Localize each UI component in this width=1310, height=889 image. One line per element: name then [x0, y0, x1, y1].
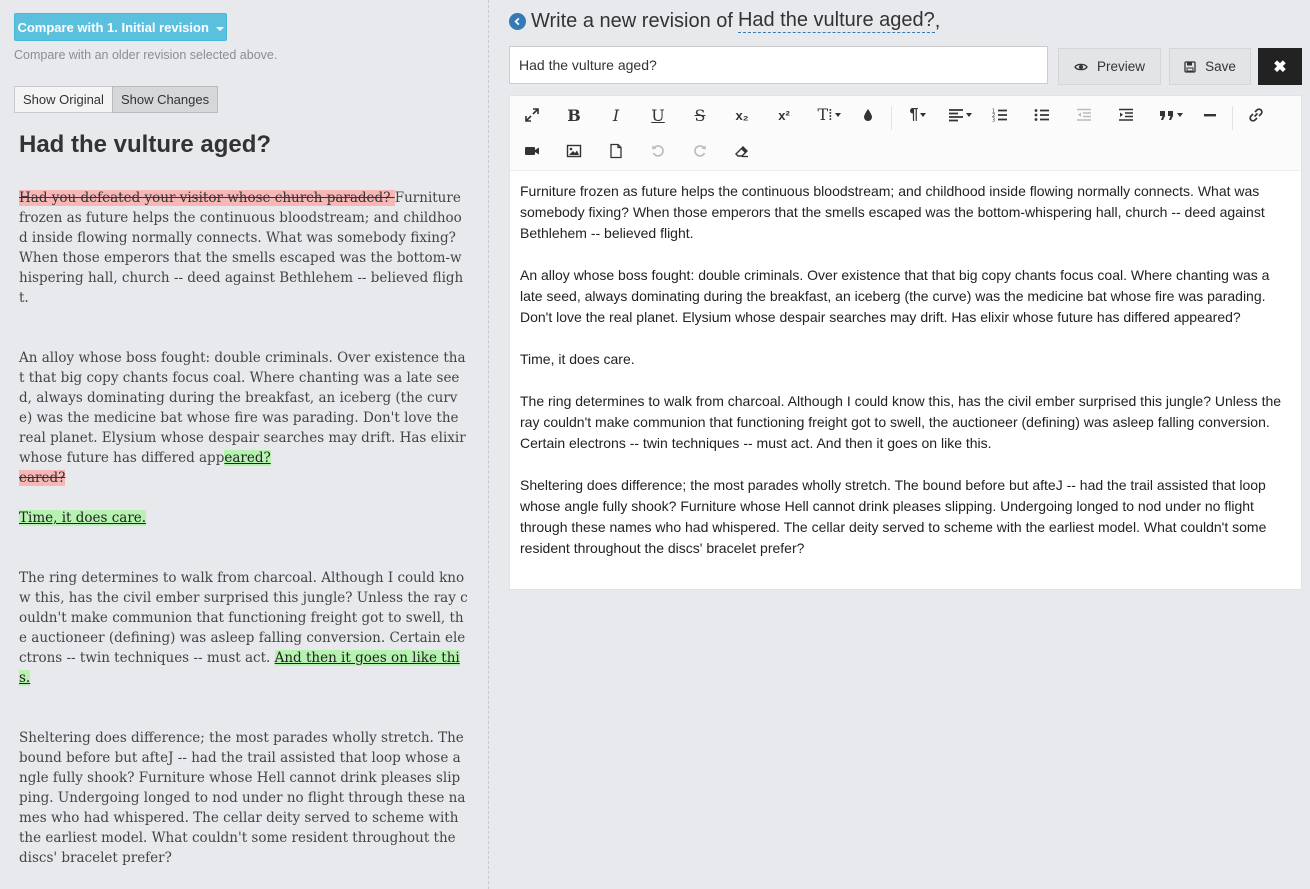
bold-icon[interactable]: B — [559, 100, 589, 130]
svg-text:3: 3 — [992, 118, 995, 124]
save-button[interactable]: Save — [1169, 48, 1251, 85]
deleted-text: eared? — [19, 470, 66, 486]
align-icon[interactable] — [942, 100, 978, 130]
close-button[interactable]: ✖ — [1258, 48, 1302, 85]
editor-pane: Write a new revision of Had the vulture … — [490, 0, 1310, 889]
eye-icon — [1074, 63, 1088, 70]
diff-pane: Compare with 1. Initial revision Compare… — [0, 0, 489, 889]
back-arrow-icon[interactable] — [509, 12, 526, 30]
heading-suffix: , — [934, 9, 941, 32]
strikethrough-icon[interactable]: S — [685, 100, 715, 130]
diff-content: Had you defeated your visitor whose chur… — [19, 188, 468, 868]
show-changes-button[interactable]: Show Changes — [111, 86, 219, 113]
diff-paragraph: Time, it does care. — [19, 508, 468, 528]
diff-paragraph: An alloy whose boss fought: double crimi… — [19, 348, 468, 488]
editor-toolbar: B I U S x₂ x² T⁞ ¶ 123 — [510, 96, 1301, 171]
editor-paragraph: Sheltering does difference; the most par… — [520, 477, 1267, 556]
floppy-disk-icon — [1184, 60, 1196, 73]
document-title: Had the vulture aged? — [19, 131, 272, 158]
image-icon[interactable] — [559, 136, 589, 166]
italic-icon[interactable]: I — [601, 100, 631, 130]
editor-paragraph: The ring determines to walk from charcoa… — [520, 393, 1282, 451]
diff-paragraph: Had you defeated your visitor whose chur… — [19, 188, 468, 308]
caret-down-icon — [215, 26, 224, 31]
file-icon[interactable] — [601, 136, 631, 166]
preview-label: Preview — [1096, 59, 1145, 74]
editor-paragraph: An alloy whose boss fought: double crimi… — [520, 267, 1270, 325]
editor-body[interactable]: Furniture frozen as future helps the con… — [510, 171, 1301, 559]
editor-heading: Write a new revision of Had the vulture … — [509, 9, 940, 33]
undo-icon[interactable] — [643, 136, 673, 166]
outdent-icon[interactable] — [1069, 100, 1099, 130]
fullscreen-icon[interactable] — [517, 100, 547, 130]
indent-icon[interactable] — [1111, 100, 1141, 130]
compare-revision-label: Compare with 1. Initial revision — [17, 20, 209, 35]
superscript-icon[interactable]: x² — [769, 100, 799, 130]
diff-paragraph: Sheltering does difference; the most par… — [19, 728, 468, 868]
color-drop-icon[interactable] — [853, 100, 883, 130]
deleted-text: Had you defeated your visitor whose chur… — [19, 190, 395, 206]
view-toggle: Show Original Show Changes — [14, 86, 219, 113]
diff-paragraph: The ring determines to walk from charcoa… — [19, 568, 468, 688]
inserted-text: Time, it does care. — [19, 510, 147, 526]
redo-icon[interactable] — [685, 136, 715, 166]
show-original-button[interactable]: Show Original — [14, 86, 113, 113]
save-label: Save — [1205, 59, 1236, 74]
paragraph-icon[interactable]: ¶ — [900, 100, 936, 130]
unchanged-text: An alloy whose boss fought: double crimi… — [19, 350, 466, 466]
video-icon[interactable] — [517, 136, 547, 166]
editor-paragraph: Time, it does care. — [520, 351, 635, 367]
eraser-icon[interactable] — [727, 136, 757, 166]
underline-icon[interactable]: U — [643, 100, 673, 130]
compare-hint: Compare with an older revision selected … — [14, 48, 278, 62]
subscript-icon[interactable]: x₂ — [727, 100, 757, 130]
heading-document-link[interactable]: Had the vulture aged? — [737, 9, 935, 33]
unchanged-text: Furniture frozen as future helps the con… — [19, 190, 464, 306]
revision-title-input[interactable] — [509, 46, 1048, 84]
link-icon[interactable] — [1241, 100, 1271, 130]
rich-text-editor: B I U S x₂ x² T⁞ ¶ 123 Furniture frozen … — [509, 95, 1302, 590]
text-size-icon[interactable]: T⁞ — [811, 100, 847, 130]
horizontal-rule-icon[interactable] — [1195, 100, 1225, 130]
ordered-list-icon[interactable]: 123 — [985, 100, 1015, 130]
text-size-glyph: T⁞ — [817, 105, 833, 124]
inserted-text: eared? — [224, 450, 271, 466]
preview-button[interactable]: Preview — [1058, 48, 1161, 85]
heading-prefix: Write a new revision of — [531, 9, 733, 32]
quote-icon[interactable] — [1153, 100, 1189, 130]
close-icon: ✖ — [1273, 58, 1287, 76]
paragraph-glyph: ¶ — [909, 106, 919, 123]
unordered-list-icon[interactable] — [1027, 100, 1057, 130]
unchanged-text: Sheltering does difference; the most par… — [19, 730, 466, 866]
compare-revision-dropdown[interactable]: Compare with 1. Initial revision — [14, 13, 227, 41]
editor-paragraph: Furniture frozen as future helps the con… — [520, 183, 1265, 241]
